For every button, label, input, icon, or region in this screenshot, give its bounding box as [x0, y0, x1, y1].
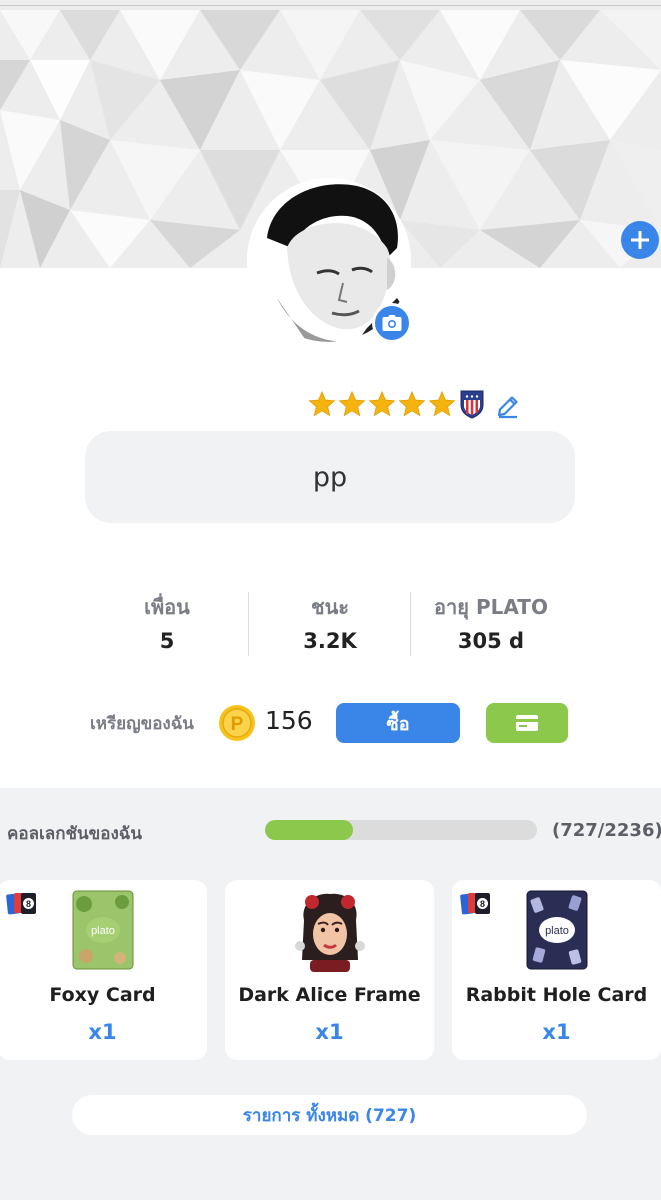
collection-title: คอลเลกชันของฉัน	[7, 824, 143, 844]
rating-stars	[308, 388, 485, 420]
collection-card[interactable]: 8 plato Foxy Card x1	[0, 880, 207, 1060]
pencil-icon[interactable]	[495, 393, 521, 419]
stat-value: 3.2K	[303, 629, 357, 653]
buy-coins-button[interactable]: ซื้อ	[336, 703, 460, 743]
card-name: Foxy Card	[49, 984, 156, 1006]
add-button[interactable]	[621, 221, 659, 259]
svg-text:P: P	[231, 714, 244, 735]
uno-cards-icon: 8	[460, 893, 490, 915]
collection-count: (727/2236)	[552, 820, 661, 841]
coin-icon: P	[219, 705, 255, 741]
card-image-text: plato	[545, 925, 569, 937]
collection-progress-bar	[265, 820, 537, 840]
card-image: plato	[522, 890, 592, 970]
view-all-collection-button[interactable]: รายการ ทั้งหมด (727)	[72, 1095, 587, 1135]
collection-section: คอลเลกชันของฉัน (727/2236) 8 plato Foxy …	[0, 788, 661, 1200]
camera-icon	[382, 315, 402, 331]
card-quantity: x1	[88, 1020, 117, 1044]
star-icon	[308, 390, 336, 417]
stat-friends[interactable]: เพื่อน 5	[105, 592, 229, 658]
card-quantity: x1	[315, 1020, 344, 1044]
stat-value: 5	[159, 629, 175, 653]
stat-wins: ชนะ 3.2K	[266, 592, 394, 658]
wallet-button[interactable]	[486, 703, 568, 743]
svg-text:8: 8	[480, 899, 485, 909]
card-quantity: x1	[542, 1020, 571, 1044]
shield-badge-icon	[460, 390, 484, 419]
stat-divider	[248, 592, 249, 656]
star-icon	[398, 390, 426, 417]
stat-plato-age: อายุ PLATO 305 d	[420, 592, 562, 658]
stat-value: 305 d	[457, 629, 525, 653]
svg-text:8: 8	[26, 899, 31, 909]
stat-label: ชนะ	[311, 595, 349, 619]
change-photo-button[interactable]	[372, 303, 412, 343]
stat-label: เพื่อน	[144, 595, 190, 619]
card-name: Rabbit Hole Card	[465, 984, 648, 1006]
collection-progress-fill	[265, 820, 354, 840]
coins-row: เหรียญของฉัน P 156 ซื้อ	[0, 700, 661, 746]
card-image	[290, 890, 370, 974]
uno-cards-icon: 8	[6, 893, 36, 915]
star-icon	[368, 390, 396, 417]
star-icon	[428, 390, 456, 417]
card-image: plato	[68, 890, 138, 970]
coins-label: เหรียญของฉัน	[90, 714, 194, 734]
coins-value: 156	[265, 706, 313, 735]
wallet-icon	[516, 715, 538, 731]
star-icon	[338, 390, 366, 417]
plus-icon	[631, 231, 649, 249]
stat-divider	[410, 592, 411, 656]
collection-card[interactable]: Dark Alice Frame x1	[225, 880, 434, 1060]
card-name: Dark Alice Frame	[238, 984, 421, 1006]
collection-card[interactable]: 8 plato Rabbit Hole Card x1	[452, 880, 661, 1060]
card-image-text: plato	[91, 925, 115, 937]
profile-name[interactable]: pp	[85, 431, 575, 523]
stat-label: อายุ PLATO	[434, 595, 548, 619]
